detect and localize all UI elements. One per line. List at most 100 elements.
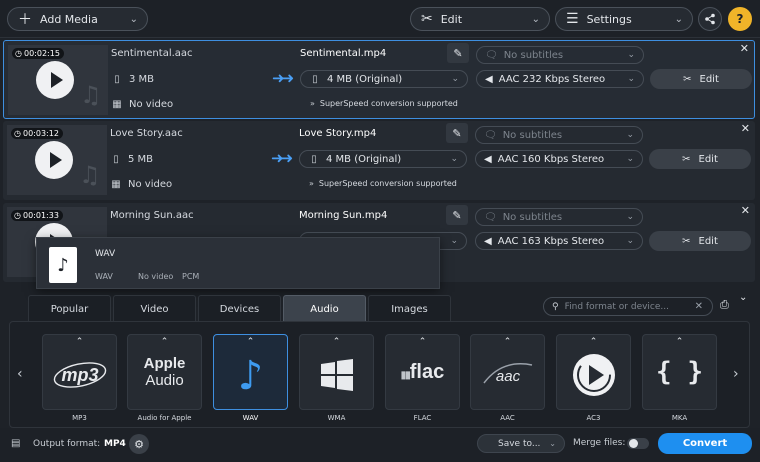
output-format-label: Output format: xyxy=(33,439,101,449)
format-tile-mp3[interactable]: ⌃ mp3 xyxy=(42,334,117,410)
format-label-mp3: MP3 xyxy=(72,414,87,422)
tooltip-container: WAV xyxy=(95,272,113,281)
top-toolbar: ＋ Add Media ⌄ ✂ Edit ⌄ ☰ Settings ⌄ ? xyxy=(0,0,760,38)
chevron-up-icon: ⌃ xyxy=(675,337,684,347)
source-file-size: ▯ 3 MB xyxy=(111,74,154,85)
output-size-select[interactable]: ▯ 4 MB (Original) ⌄ xyxy=(299,150,467,168)
music-note-icon: ♫ xyxy=(80,81,102,109)
svg-text:aac: aac xyxy=(495,368,520,385)
format-label-flac: FLAC xyxy=(413,414,432,422)
apple-audio-logo: Apple Audio xyxy=(143,355,186,389)
add-media-label: Add Media xyxy=(40,12,98,26)
format-label-apple-audio: Audio for Apple xyxy=(137,414,192,422)
edit-menu-button[interactable]: ✂ Edit ⌄ xyxy=(410,7,550,31)
output-file-name: Love Story.mp4 xyxy=(299,128,377,139)
tools-icon: ✂ xyxy=(682,235,691,247)
export-preset-icon[interactable]: ⎙ xyxy=(720,298,729,312)
rename-button[interactable]: ✎ xyxy=(446,123,468,143)
help-button[interactable]: ? xyxy=(728,7,752,31)
output-file-name: Sentimental.mp4 xyxy=(300,48,387,59)
remove-file-button[interactable]: ✕ xyxy=(740,42,749,55)
format-tile-wav[interactable]: ⌃ ♪ xyxy=(213,334,288,410)
clear-search-icon[interactable]: ✕ xyxy=(695,301,703,312)
clock-icon: ◷ xyxy=(14,129,21,138)
rename-button[interactable]: ✎ xyxy=(446,205,468,225)
add-media-button[interactable]: ＋ Add Media ⌄ xyxy=(7,7,148,31)
edit-file-button[interactable]: ✂ Edit xyxy=(649,149,751,169)
tab-video[interactable]: Video xyxy=(113,295,196,322)
speaker-icon: ◀ xyxy=(484,235,492,247)
merge-files-label: Merge files: xyxy=(573,438,626,448)
mp3-logo: mp3 xyxy=(43,357,116,396)
audio-track-select[interactable]: ◀ AAC 160 Kbps Stereo ⌄ xyxy=(475,150,643,168)
format-tile-ac3[interactable]: ⌃ xyxy=(556,334,631,410)
audio-track-select[interactable]: ◀ AAC 232 Kbps Stereo ⌄ xyxy=(476,70,644,88)
file-icon: ▯ xyxy=(113,154,119,165)
file-row-2[interactable]: ◷ 00:03:12 ♫ Love Story.aac ▯ 5 MB ▦ No vid… xyxy=(3,121,755,200)
format-tile-apple-audio[interactable]: ⌃ Apple Audio xyxy=(127,334,202,410)
wav-file-icon: ♪ xyxy=(49,247,77,283)
subtitles-select[interactable]: 🗨 No subtitles ⌄ xyxy=(475,126,643,144)
edit-file-button[interactable]: ✂ Edit xyxy=(649,231,751,251)
tab-audio[interactable]: Audio xyxy=(283,295,366,322)
edit-menu-label: Edit xyxy=(440,12,463,26)
superspeed-info: » SuperSpeed conversion supported xyxy=(309,179,457,188)
film-icon: ▦ xyxy=(112,99,122,110)
file-row-1[interactable]: ◷ 00:02:15 ♫ Sentimental.aac ▯ 3 MB ▦ No vi… xyxy=(3,40,755,119)
carousel-prev-icon[interactable]: ‹ xyxy=(17,366,23,382)
output-file-name: Morning Sun.mp4 xyxy=(299,210,388,221)
rename-button[interactable]: ✎ xyxy=(447,43,469,63)
file-icon: ▯ xyxy=(114,74,120,85)
tab-images[interactable]: Images xyxy=(368,295,451,322)
chevron-down-icon: ⌄ xyxy=(626,236,634,246)
toggle-knob xyxy=(629,439,638,448)
carousel-next-icon[interactable]: › xyxy=(733,366,739,382)
chevron-down-icon: ⌄ xyxy=(129,13,138,25)
subtitles-select[interactable]: 🗨 No subtitles ⌄ xyxy=(475,208,643,226)
chevron-down-icon: ⌄ xyxy=(626,212,634,222)
tooltip-video: No video xyxy=(138,272,174,281)
format-label-aac: AAC xyxy=(500,414,515,422)
superspeed-icon: » xyxy=(310,99,315,108)
subtitles-select[interactable]: 🗨 No subtitles ⌄ xyxy=(476,46,644,64)
search-icon: ⚲ xyxy=(552,301,559,312)
play-icon xyxy=(50,152,62,168)
svg-text:mp3: mp3 xyxy=(61,365,98,385)
format-search-input[interactable]: ⚲ Find format or device... ✕ xyxy=(543,297,713,316)
chevron-up-icon: ⌃ xyxy=(160,337,169,347)
remove-file-button[interactable]: ✕ xyxy=(741,122,750,135)
format-tile-mka[interactable]: ⌃ { } xyxy=(642,334,717,410)
settings-button[interactable]: ☰ Settings ⌄ xyxy=(555,7,693,31)
chevron-down-icon: ⌄ xyxy=(627,74,635,84)
output-size-select[interactable]: ▯ 4 MB (Original) ⌄ xyxy=(300,70,468,88)
audio-track-select[interactable]: ◀ AAC 163 Kbps Stereo ⌄ xyxy=(475,232,643,250)
play-disc-logo-icon xyxy=(557,351,630,402)
play-icon xyxy=(51,72,63,88)
format-tile-aac[interactable]: ⌃ aac xyxy=(470,334,545,410)
format-label-mka: MKA xyxy=(671,414,688,422)
windows-logo-icon xyxy=(300,357,373,396)
duration-badge: ◷ 00:01:33 xyxy=(11,210,63,221)
flac-logo: ▮▮flac xyxy=(400,361,445,383)
play-button[interactable] xyxy=(35,141,73,179)
format-tile-flac[interactable]: ⌃ ▮▮flac xyxy=(385,334,460,410)
speaker-icon: ◀ xyxy=(485,73,493,85)
source-video-info: ▦ No video xyxy=(111,179,173,190)
tab-popular[interactable]: Popular xyxy=(28,295,111,322)
convert-button[interactable]: Convert xyxy=(658,433,752,454)
save-to-select[interactable]: Save to... ⌄ xyxy=(477,434,565,453)
format-tile-wma[interactable]: ⌃ xyxy=(299,334,374,410)
play-button[interactable] xyxy=(36,61,74,99)
format-tooltip: ♪ WAV WAV No video PCM xyxy=(36,237,440,289)
share-button[interactable] xyxy=(698,7,722,31)
format-label-wma: WMA xyxy=(327,414,346,422)
chevron-down-icon: ⌄ xyxy=(451,74,459,84)
tools-icon: ✂ xyxy=(683,73,692,85)
settings-label: Settings xyxy=(586,12,632,26)
edit-file-button[interactable]: ✂ Edit xyxy=(650,69,752,89)
output-settings-button[interactable]: ⚙ xyxy=(129,434,149,454)
tab-devices[interactable]: Devices xyxy=(198,295,281,322)
chevron-up-icon: ⌃ xyxy=(246,337,255,347)
merge-files-toggle[interactable] xyxy=(627,438,649,449)
remove-file-button[interactable]: ✕ xyxy=(741,204,750,217)
